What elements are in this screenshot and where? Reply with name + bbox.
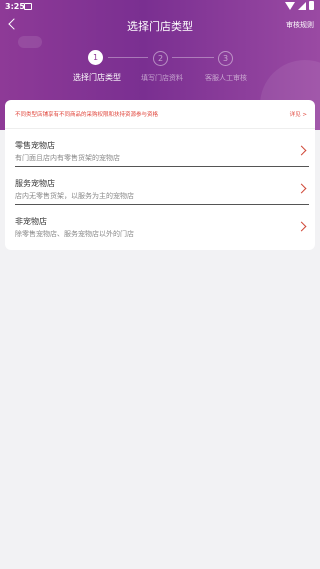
store-type-name: 服务宠物店 xyxy=(15,179,55,188)
divider xyxy=(5,128,315,129)
step-1-label: 选择门店类型 xyxy=(73,73,121,82)
step-connector xyxy=(108,57,148,58)
chevron-right-icon xyxy=(296,221,307,232)
notice-more-link[interactable]: 详见 > xyxy=(290,110,307,118)
step-3-label: 客服人工审核 xyxy=(205,74,247,82)
wifi-icon xyxy=(285,1,295,10)
step-connector xyxy=(172,57,214,58)
store-type-retail[interactable]: 零售宠物店 有门面且店内有零售货架的宠物店 xyxy=(15,134,309,170)
step-2-label: 填写门店资料 xyxy=(141,74,183,82)
chevron-right-icon xyxy=(296,183,307,194)
divider xyxy=(15,166,309,167)
divider xyxy=(15,204,309,205)
audit-rules-link[interactable]: 审核规则 xyxy=(286,20,314,30)
store-type-desc: 店内无零售货架，以服务为主的宠物店 xyxy=(15,192,134,200)
battery-icon xyxy=(309,1,314,10)
step-3-circle: 3 xyxy=(218,51,233,66)
chevron-right-icon xyxy=(296,145,307,156)
status-bar: 3:25 xyxy=(0,0,320,14)
store-type-name: 非宠物店 xyxy=(15,217,47,226)
store-type-name: 零售宠物店 xyxy=(15,141,55,150)
status-time: 3:25 xyxy=(5,2,25,11)
store-type-service[interactable]: 服务宠物店 店内无零售货架，以服务为主的宠物店 xyxy=(15,172,309,208)
step-2-circle: 2 xyxy=(153,51,168,66)
notice-text: 不同类型店铺享有不同商品的采购权限和扶持资源参与资格 xyxy=(15,112,159,118)
step-1-circle: 1 xyxy=(88,50,103,65)
store-type-non-pet[interactable]: 非宠物店 除零售宠物店、服务宠物店以外的门店 xyxy=(15,210,309,246)
store-type-card: 不同类型店铺享有不同商品的采购权限和扶持资源参与资格 详见 > 零售宠物店 有门… xyxy=(5,100,315,250)
notification-icon xyxy=(24,3,32,10)
step-indicator: 1 2 3 选择门店类型 填写门店资料 客服人工审核 xyxy=(0,48,320,88)
store-type-desc: 除零售宠物店、服务宠物店以外的门店 xyxy=(15,230,134,238)
store-type-desc: 有门面且店内有零售货架的宠物店 xyxy=(15,154,120,162)
signal-icon xyxy=(298,1,306,10)
navbar: 选择门店类型 审核规则 xyxy=(0,14,320,38)
notice-banner: 不同类型店铺享有不同商品的采购权限和扶持资源参与资格 详见 > xyxy=(15,110,307,122)
page-title: 选择门店类型 xyxy=(127,20,193,33)
